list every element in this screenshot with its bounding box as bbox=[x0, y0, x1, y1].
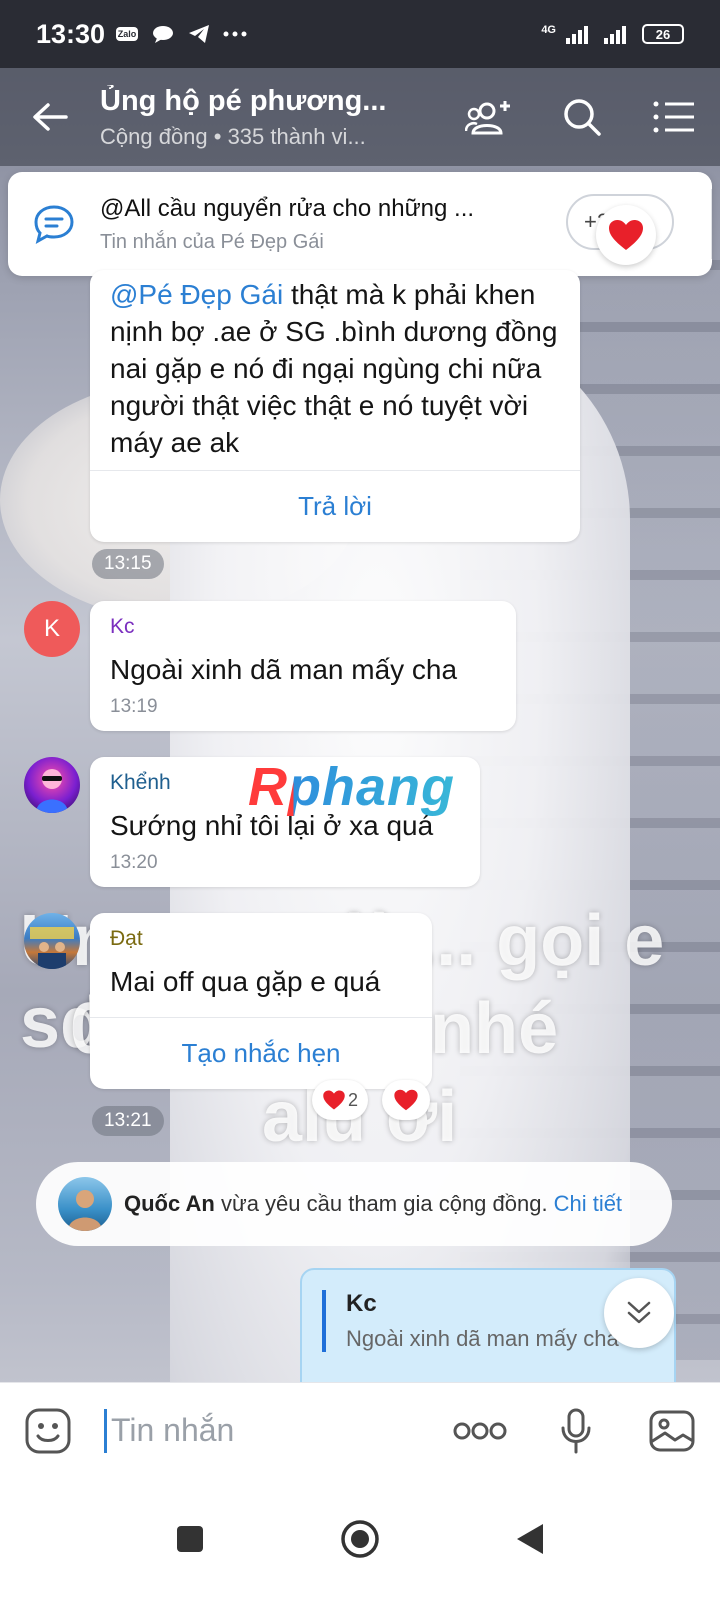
status-time: 13:30 bbox=[36, 18, 106, 49]
avatar-dat[interactable] bbox=[24, 913, 80, 969]
pinned-chat-icon bbox=[34, 205, 74, 244]
quote-bar bbox=[322, 1290, 326, 1352]
image-picker-button[interactable] bbox=[624, 1383, 720, 1479]
back-nav-button[interactable] bbox=[500, 1509, 560, 1569]
heart-icon bbox=[323, 1090, 345, 1110]
pinned-message-banner[interactable]: @All cầu nguyển rửa cho những ... Tin nh… bbox=[8, 172, 712, 276]
text-caret bbox=[104, 1408, 107, 1453]
emoji-button[interactable] bbox=[0, 1383, 96, 1479]
battery-icon: 26 bbox=[642, 24, 684, 44]
avatar-khenh-figure bbox=[36, 769, 68, 813]
status-bar: 13:30 Zalo 4G 26 bbox=[0, 0, 720, 68]
chat-notification-icon bbox=[151, 24, 175, 44]
heart-icon bbox=[609, 220, 643, 250]
chat-title: Ủng hộ pé phương... bbox=[100, 84, 387, 117]
voice-message-button[interactable] bbox=[528, 1383, 624, 1479]
signal-2-icon bbox=[604, 24, 626, 44]
sticker-smile-icon bbox=[25, 1408, 71, 1453]
heart-reaction-bubble[interactable] bbox=[596, 205, 656, 265]
message-bubble-1[interactable]: @Pé Đẹp Gái thật mà k phải khen nịnh bợ … bbox=[90, 270, 580, 542]
add-member-icon bbox=[465, 101, 510, 135]
status-right: 4G 26 bbox=[541, 24, 684, 44]
zalo-badge-label: Zalo bbox=[115, 27, 139, 41]
home-button[interactable] bbox=[330, 1509, 390, 1569]
chat-subtitle: Cộng đồng • 335 thành vi... bbox=[100, 123, 366, 149]
telegram-notification-icon bbox=[187, 24, 211, 44]
message-bubble-2[interactable]: Kc Ngoài xinh dã man mấy cha 13:19 bbox=[90, 601, 516, 731]
search-icon bbox=[564, 99, 601, 136]
message-composer: Tin nhắn bbox=[0, 1382, 720, 1478]
join-request-notice: Quốc An vừa yêu cầu tham gia cộng đồng. … bbox=[36, 1162, 672, 1246]
signal-1-icon bbox=[566, 24, 588, 44]
create-reminder-button[interactable]: Tạo nhắc hẹn bbox=[90, 1017, 432, 1089]
list-menu-icon bbox=[653, 101, 694, 133]
back-button[interactable] bbox=[0, 68, 100, 166]
chat-title-block[interactable]: Ủng hộ pé phương... Cộng đồng • 335 thàn… bbox=[100, 85, 444, 150]
avatar-khenh[interactable] bbox=[24, 757, 80, 813]
message-input[interactable]: Tin nhắn bbox=[96, 1401, 432, 1461]
quoted-sender: Kc bbox=[346, 1290, 377, 1317]
message-time: 13:20 bbox=[110, 852, 158, 873]
more-notifications-icon bbox=[223, 24, 247, 44]
menu-button[interactable] bbox=[628, 68, 720, 166]
avatar-quoc-an[interactable] bbox=[58, 1177, 112, 1231]
double-chevron-down-icon bbox=[627, 1301, 651, 1324]
message-1-body: @Pé Đẹp Gái thật mà k phải khen nịnh bợ … bbox=[110, 276, 560, 461]
quoted-text: Ngoài xinh dã man mấy cha bbox=[346, 1326, 619, 1351]
system-navigation-bar bbox=[0, 1478, 720, 1600]
sender-name[interactable]: Kc bbox=[110, 615, 516, 639]
home-circle-icon bbox=[341, 1520, 379, 1558]
network-type: 4G bbox=[541, 24, 556, 36]
avatar-dat-photo bbox=[30, 927, 74, 969]
time-chip-1: 13:15 bbox=[92, 549, 164, 579]
avatar-quoc-an-photo bbox=[68, 1190, 102, 1231]
scroll-to-bottom-button[interactable] bbox=[604, 1278, 674, 1348]
reaction-count: 2 bbox=[347, 1089, 358, 1110]
more-options-button[interactable] bbox=[432, 1383, 528, 1479]
chat-header: Ủng hộ pé phương... Cộng đồng • 335 thàn… bbox=[0, 68, 720, 166]
heart-icon bbox=[394, 1089, 418, 1111]
zalo-notification-icon: Zalo bbox=[115, 24, 139, 44]
back-triangle-icon bbox=[517, 1524, 543, 1554]
image-icon bbox=[649, 1410, 695, 1451]
recents-button[interactable] bbox=[160, 1509, 220, 1569]
avatar-kc[interactable]: K bbox=[24, 601, 80, 657]
message-input-placeholder: Tin nhắn bbox=[111, 1412, 235, 1448]
message-time: 13:19 bbox=[110, 696, 158, 717]
reply-button[interactable]: Trả lời bbox=[90, 470, 580, 542]
sender-name[interactable]: Đạt bbox=[110, 927, 432, 951]
message-bubble-4[interactable]: Đạt Mai off qua gặp e quá Tạo nhắc hẹn bbox=[90, 913, 432, 1089]
message-text: Ngoài xinh dã man mấy cha bbox=[110, 654, 458, 685]
message-1-mention[interactable]: @Pé Đẹp Gái bbox=[110, 279, 283, 310]
requester-name[interactable]: Quốc An bbox=[124, 1191, 215, 1217]
watermark-logo: Rphang bbox=[248, 757, 455, 817]
time-chip-2: 13:21 bbox=[92, 1106, 164, 1136]
message-text: Mai off qua gặp e quá bbox=[110, 966, 381, 997]
search-button[interactable] bbox=[536, 68, 628, 166]
add-heart-reaction-button[interactable] bbox=[382, 1080, 430, 1120]
recents-square-icon bbox=[177, 1526, 203, 1552]
pinned-title: @All cầu nguyển rửa cho những ... bbox=[100, 194, 475, 222]
back-arrow-icon bbox=[33, 103, 68, 131]
pinned-icon-wrap bbox=[8, 204, 100, 244]
microphone-icon bbox=[561, 1408, 591, 1453]
details-link[interactable]: Chi tiết bbox=[554, 1191, 622, 1217]
three-dots-icon bbox=[453, 1422, 507, 1439]
request-text: vừa yêu cầu tham gia cộng đồng. bbox=[214, 1191, 548, 1216]
add-member-button[interactable] bbox=[444, 68, 536, 166]
reaction-summary[interactable]: 2 bbox=[312, 1080, 368, 1120]
